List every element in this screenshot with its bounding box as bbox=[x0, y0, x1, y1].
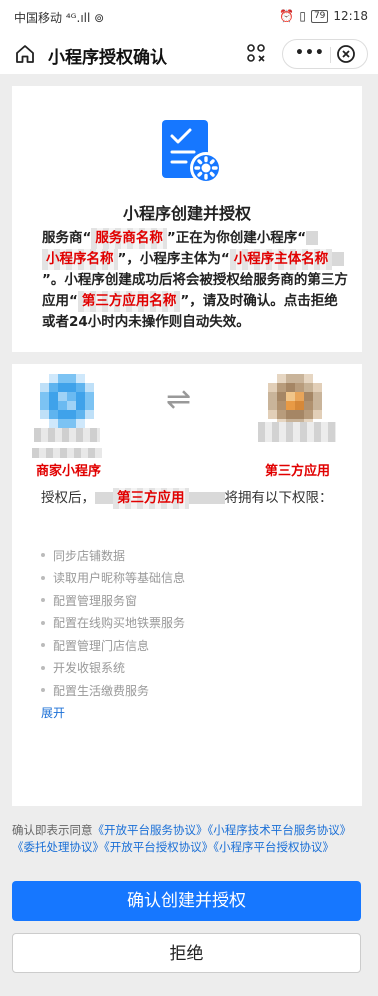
intro-text: 将拥有以下权限： bbox=[224, 490, 333, 506]
permission-intro: 授权后， 第三方应用 将拥有以下权限： bbox=[41, 488, 341, 509]
permission-label: 配置在线购买地铁票服务 bbox=[53, 616, 186, 631]
agreement-link-open-platform-auth[interactable]: 《开放平台授权协议》 bbox=[104, 840, 213, 854]
document-gear-icon bbox=[162, 120, 222, 184]
close-icon[interactable] bbox=[336, 44, 356, 64]
more-icon[interactable]: ••• bbox=[295, 45, 325, 61]
miniapp-label: 商家小程序 bbox=[36, 464, 102, 479]
permission-item: 配置在线购买地铁票服务 bbox=[41, 612, 341, 635]
permission-item: 开发收银系统 bbox=[41, 657, 341, 680]
redacted-block bbox=[306, 231, 319, 245]
auth-description: 服务商“ 服务商名称 ”正在为你创建小程序“ 小程序名称 ”，小程序主体为“ 小程序主体名… bbox=[42, 228, 348, 333]
agreement-link-miniapp-tech-service[interactable]: 《小程序技术平台服务协议》 bbox=[208, 823, 352, 837]
alarm-icon: ⏰ bbox=[279, 9, 295, 23]
auth-notice-card: 小程序创建并授权 服务商“ 服务商名称 ”正在为你创建小程序“ 小程序名称 ”，小程序主… bbox=[12, 86, 362, 352]
desc-text: 服务商“ bbox=[42, 230, 92, 246]
miniapp-name-redacted bbox=[32, 448, 102, 458]
bullet-icon bbox=[41, 688, 45, 693]
confirm-button[interactable]: 确认创建并授权 bbox=[12, 881, 361, 921]
provider-name-tag: 服务商名称 bbox=[91, 228, 167, 249]
agreement-link-entrusted-processing[interactable]: 《委托处理协议》 bbox=[12, 840, 104, 854]
bullet-icon bbox=[41, 553, 45, 558]
bullet-icon bbox=[41, 620, 45, 625]
miniapp-name-tag: 小程序名称 bbox=[42, 249, 118, 270]
redacted-block bbox=[206, 492, 225, 504]
miniapp-name-redacted bbox=[34, 428, 100, 442]
bullet-icon bbox=[41, 598, 45, 603]
capsule-menu: ••• bbox=[282, 39, 368, 69]
agreement-link-miniapp-platform-auth[interactable]: 《小程序平台授权协议》 bbox=[213, 840, 334, 854]
agreement-prefix: 确认即表示同意 bbox=[12, 823, 93, 837]
permission-label: 读取用户昵称等基础信息 bbox=[53, 571, 186, 586]
capsule-divider bbox=[330, 47, 331, 63]
bullet-icon bbox=[41, 575, 45, 580]
status-left: 中国移动 ⁴ᴳ.ıll ⊚ bbox=[14, 9, 104, 26]
thirdparty-name-tag: 第三方应用名称 bbox=[77, 291, 181, 312]
permission-label: 配置管理服务窗 bbox=[53, 593, 138, 608]
redacted-block bbox=[95, 492, 113, 504]
redacted-block bbox=[188, 492, 207, 504]
carrier-name: 中国移动 bbox=[14, 11, 63, 25]
permission-item: 同步店铺数据 bbox=[41, 544, 341, 567]
desc-text: ”正在为你创建小程序“ bbox=[166, 230, 307, 246]
subject-name-tag: 小程序主体名称 bbox=[229, 249, 333, 270]
clock: 12:18 bbox=[333, 9, 368, 23]
permission-item: 读取用户昵称等基础信息 bbox=[41, 567, 341, 590]
permission-label: 配置管理门店信息 bbox=[53, 638, 150, 653]
desc-text: ”，小程序主体为“ bbox=[117, 251, 230, 267]
thirdparty-name-tag: 第三方应用 bbox=[113, 488, 189, 509]
permission-label: 同步店铺数据 bbox=[53, 548, 126, 563]
page-title: 小程序授权确认 bbox=[48, 48, 167, 68]
expand-link[interactable]: 展开 bbox=[41, 704, 65, 721]
permission-label: 配置生活缴费服务 bbox=[53, 683, 150, 698]
status-bar: 中国移动 ⁴ᴳ.ıll ⊚ ⏰ ▯ 79 12:18 bbox=[0, 0, 378, 34]
signal-icon: ⁴ᴳ.ıll ⊚ bbox=[65, 11, 105, 25]
permissions-card: ⇌ 商家小程序 第三方应用 授权后， 第三方应用 将拥有以下权限： 同步店铺数据 读… bbox=[12, 364, 362, 806]
permission-item: 配置管理门店信息 bbox=[41, 634, 341, 657]
agreement-link-open-platform-service[interactable]: 《开放平台服务协议》 bbox=[93, 823, 208, 837]
agreement-notice: 确认即表示同意《开放平台服务协议》《小程序技术平台服务协议》《委托处理协议》《开… bbox=[12, 822, 366, 856]
thirdparty-name-redacted bbox=[258, 422, 336, 442]
vibrate-icon: ▯ bbox=[299, 9, 306, 23]
home-icon[interactable] bbox=[14, 43, 36, 65]
nav-bar: 小程序授权确认 ••• bbox=[0, 34, 378, 74]
permission-label: 开发收银系统 bbox=[53, 661, 126, 676]
status-right: ⏰ ▯ 79 12:18 bbox=[279, 9, 368, 23]
reject-button[interactable]: 拒绝 bbox=[12, 933, 361, 973]
thirdparty-label: 第三方应用 bbox=[265, 464, 331, 479]
thirdparty-avatar bbox=[268, 374, 322, 428]
permission-list: 同步店铺数据 读取用户昵称等基础信息 配置管理服务窗 配置在线购买地铁票服务 配… bbox=[41, 544, 341, 702]
intro-text: 授权后， bbox=[41, 490, 95, 506]
battery-indicator: 79 bbox=[310, 9, 329, 23]
redacted-block bbox=[332, 252, 345, 266]
exchange-arrows-icon: ⇌ bbox=[166, 382, 192, 417]
miniapp-avatar bbox=[40, 374, 94, 428]
scan-icon[interactable] bbox=[246, 43, 266, 63]
permission-item: 配置生活缴费服务 bbox=[41, 679, 341, 702]
auth-title: 小程序创建并授权 bbox=[122, 204, 251, 223]
permission-item: 配置管理服务窗 bbox=[41, 589, 341, 612]
bullet-icon bbox=[41, 643, 45, 648]
bullet-icon bbox=[41, 665, 45, 670]
